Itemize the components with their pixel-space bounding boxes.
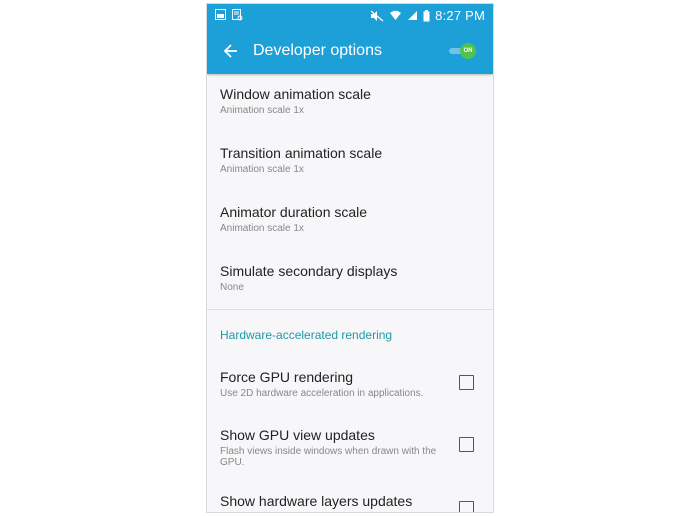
document-notification-icon (232, 9, 243, 21)
setting-subtitle: Animation scale 1x (220, 105, 304, 116)
mute-icon (370, 10, 384, 21)
setting-subtitle: Use 2D hardware acceleration in applicat… (220, 388, 424, 399)
page-title: Developer options (253, 42, 382, 59)
show-gpu-view-updates-checkbox[interactable] (459, 437, 474, 452)
setting-force-gpu-rendering[interactable]: Force GPU rendering Use 2D hardware acce… (207, 369, 493, 399)
setting-subtitle: Animation scale 1x (220, 223, 304, 234)
setting-title: Force GPU rendering (220, 369, 354, 385)
setting-subtitle: None (220, 282, 244, 293)
setting-title: Window animation scale (220, 86, 371, 102)
arrow-left-icon (224, 44, 237, 58)
setting-transition-animation-scale[interactable]: Transition animation scale Animation sca… (207, 145, 493, 175)
section-header: Hardware-accelerated rendering (220, 328, 393, 342)
back-button[interactable] (211, 28, 251, 74)
setting-title: Show hardware layers updates (220, 493, 413, 509)
setting-subtitle: Flash views inside windows when drawn wi… (220, 446, 437, 468)
setting-show-gpu-view-updates[interactable]: Show GPU view updates Flash views inside… (207, 427, 493, 468)
setting-window-animation-scale[interactable]: Window animation scale Animation scale 1… (207, 86, 493, 116)
signal-icon (408, 11, 418, 20)
force-gpu-rendering-checkbox[interactable] (459, 375, 474, 390)
setting-simulate-secondary-displays[interactable]: Simulate secondary displays None (207, 263, 493, 293)
app-bar: Developer options ON (207, 28, 493, 74)
phone-screen: 8:27 PM Developer options ON Window anim… (207, 4, 493, 512)
developer-options-toggle[interactable]: ON (449, 43, 479, 59)
show-hardware-layers-updates-checkbox[interactable] (459, 501, 474, 512)
setting-title: Show GPU view updates (220, 427, 375, 443)
status-bar: 8:27 PM (207, 4, 493, 28)
setting-subtitle: Animation scale 1x (220, 164, 304, 175)
setting-title: Transition animation scale (220, 145, 383, 161)
battery-icon (423, 9, 430, 21)
section-divider (207, 309, 493, 310)
setting-title: Animator duration scale (220, 204, 368, 220)
toggle-knob: ON (460, 43, 476, 59)
setting-title: Simulate secondary displays (220, 263, 398, 279)
gallery-notification-icon (215, 9, 226, 20)
setting-animator-duration-scale[interactable]: Animator duration scale Animation scale … (207, 204, 493, 234)
status-time: 8:27 PM (435, 8, 485, 23)
setting-show-hardware-layers-updates[interactable]: Show hardware layers updates (207, 493, 493, 512)
settings-list: Window animation scale Animation scale 1… (207, 86, 493, 512)
wifi-icon (390, 10, 402, 20)
